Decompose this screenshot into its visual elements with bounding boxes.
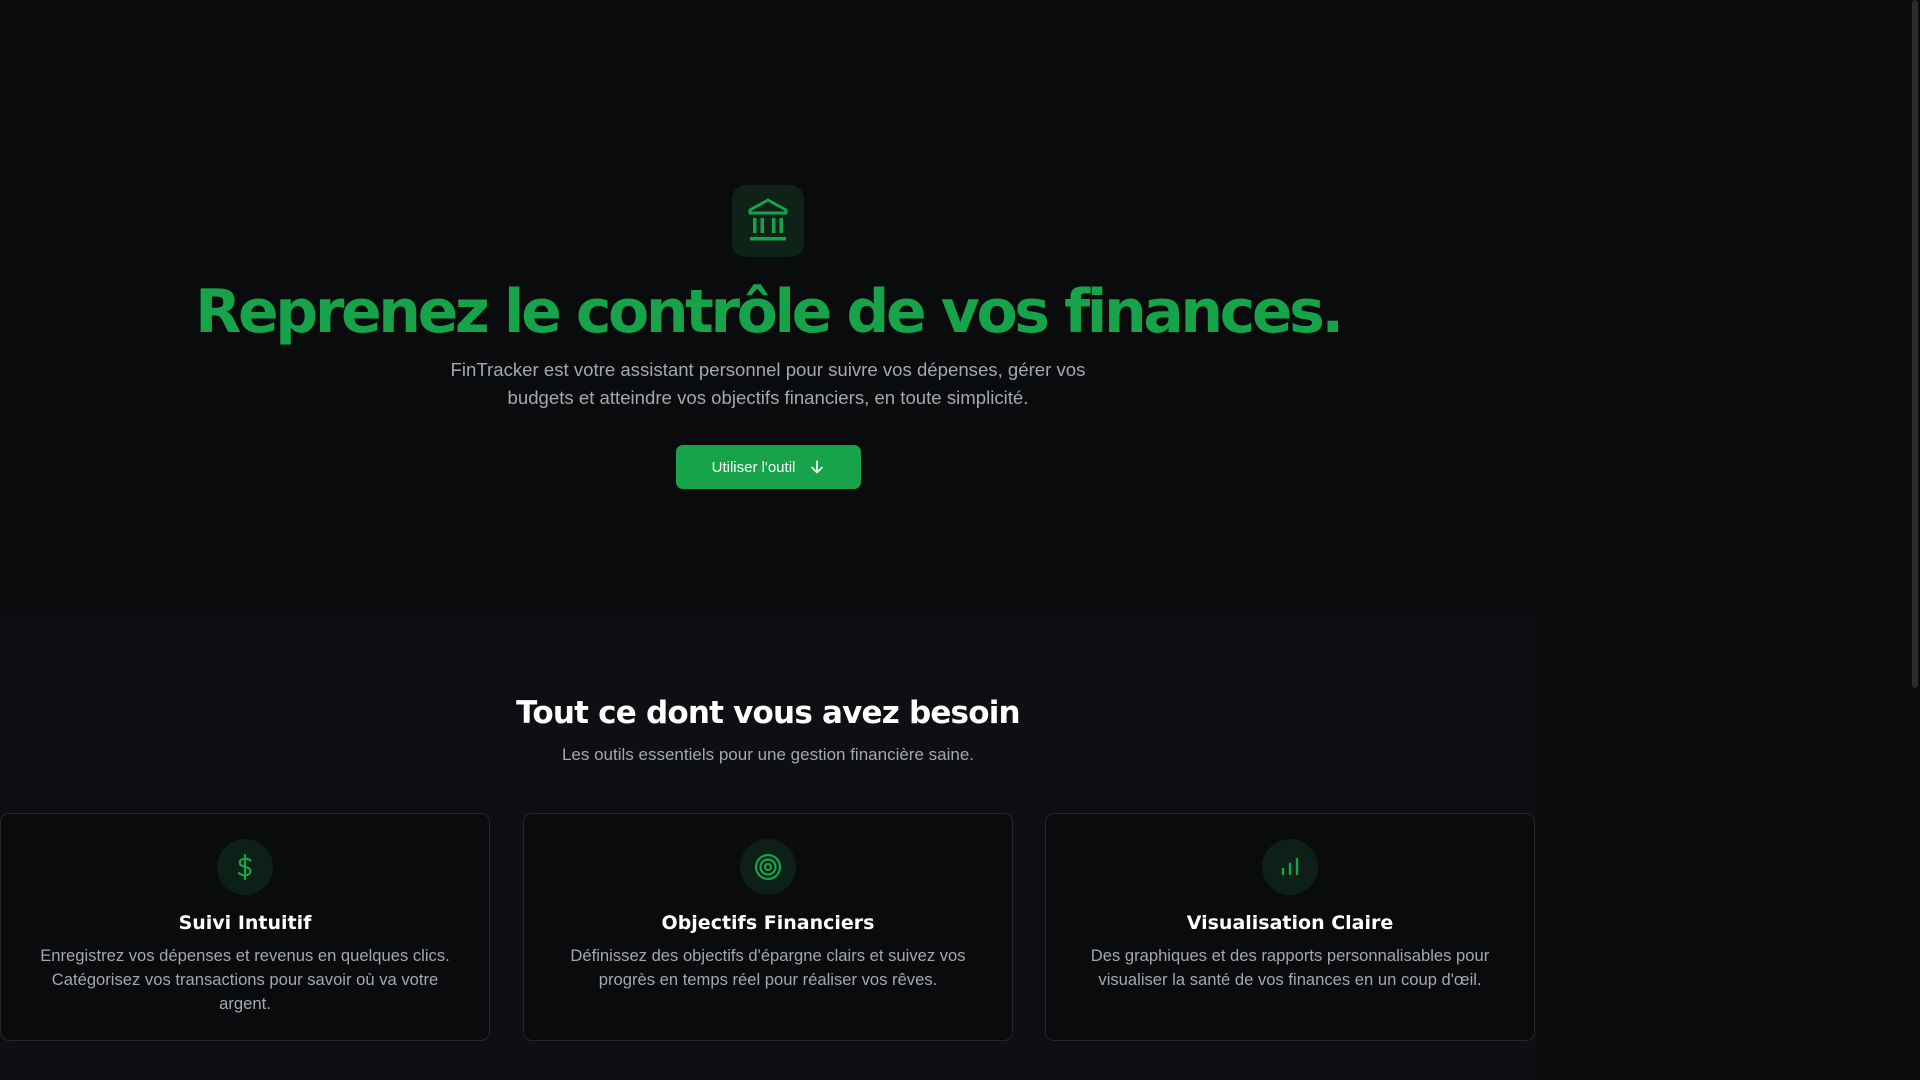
feature-card-description: Des graphiques et des rapports personnal…: [1090, 946, 1490, 989]
use-tool-button-label: Utiliser l'outil: [711, 458, 796, 476]
feature-card-description: Enregistrez vos dépenses et revenus en q…: [40, 946, 450, 1013]
feature-card-title: Objectifs Financiers: [661, 912, 875, 934]
right-gutter: [1536, 0, 1912, 1080]
landing-page: Reprenez le contrôle de vos finances. Fi…: [0, 0, 1920, 1080]
scrollbar-thumb[interactable]: [1912, 0, 1918, 688]
feature-card-title: Visualisation Claire: [1186, 912, 1394, 934]
features-title: Tout ce dont vous avez besoin: [516, 695, 1020, 731]
scrollbar[interactable]: [1912, 0, 1920, 1080]
hero-title: Reprenez le contrôle de vos finances.: [195, 277, 1344, 347]
feature-card-description: Définissez des objectifs d'épargne clair…: [570, 946, 966, 989]
feature-card-icon-wrap: [217, 839, 273, 895]
dollar-icon: [237, 853, 252, 881]
feature-card-icon-wrap: [740, 839, 796, 895]
feature-card-visualization: Visualisation Claire Des graphiques et d…: [1045, 813, 1535, 1041]
feature-card-title: Suivi Intuitif: [178, 912, 312, 934]
features-section: Tout ce dont vous avez besoin Les outils…: [0, 617, 1536, 1080]
bar-chart-icon: [1281, 857, 1299, 876]
hero-subtitle: FinTracker est votre assistant personnel…: [450, 359, 1086, 408]
target-icon: [754, 853, 782, 881]
hero-section: Reprenez le contrôle de vos finances. Fi…: [0, 0, 1536, 617]
feature-card-icon-wrap: [1262, 839, 1318, 895]
bank-icon: [748, 198, 788, 241]
features-subtitle: Les outils essentiels pour une gestion f…: [561, 745, 975, 764]
feature-card-tracking: Suivi Intuitif Enregistrez vos dépenses …: [0, 813, 490, 1041]
arrow-down-icon: [811, 460, 824, 474]
feature-card-goals: Objectifs Financiers Définissez des obje…: [523, 813, 1013, 1041]
use-tool-button[interactable]: Utiliser l'outil: [676, 445, 861, 489]
hero-logo: [732, 185, 804, 257]
